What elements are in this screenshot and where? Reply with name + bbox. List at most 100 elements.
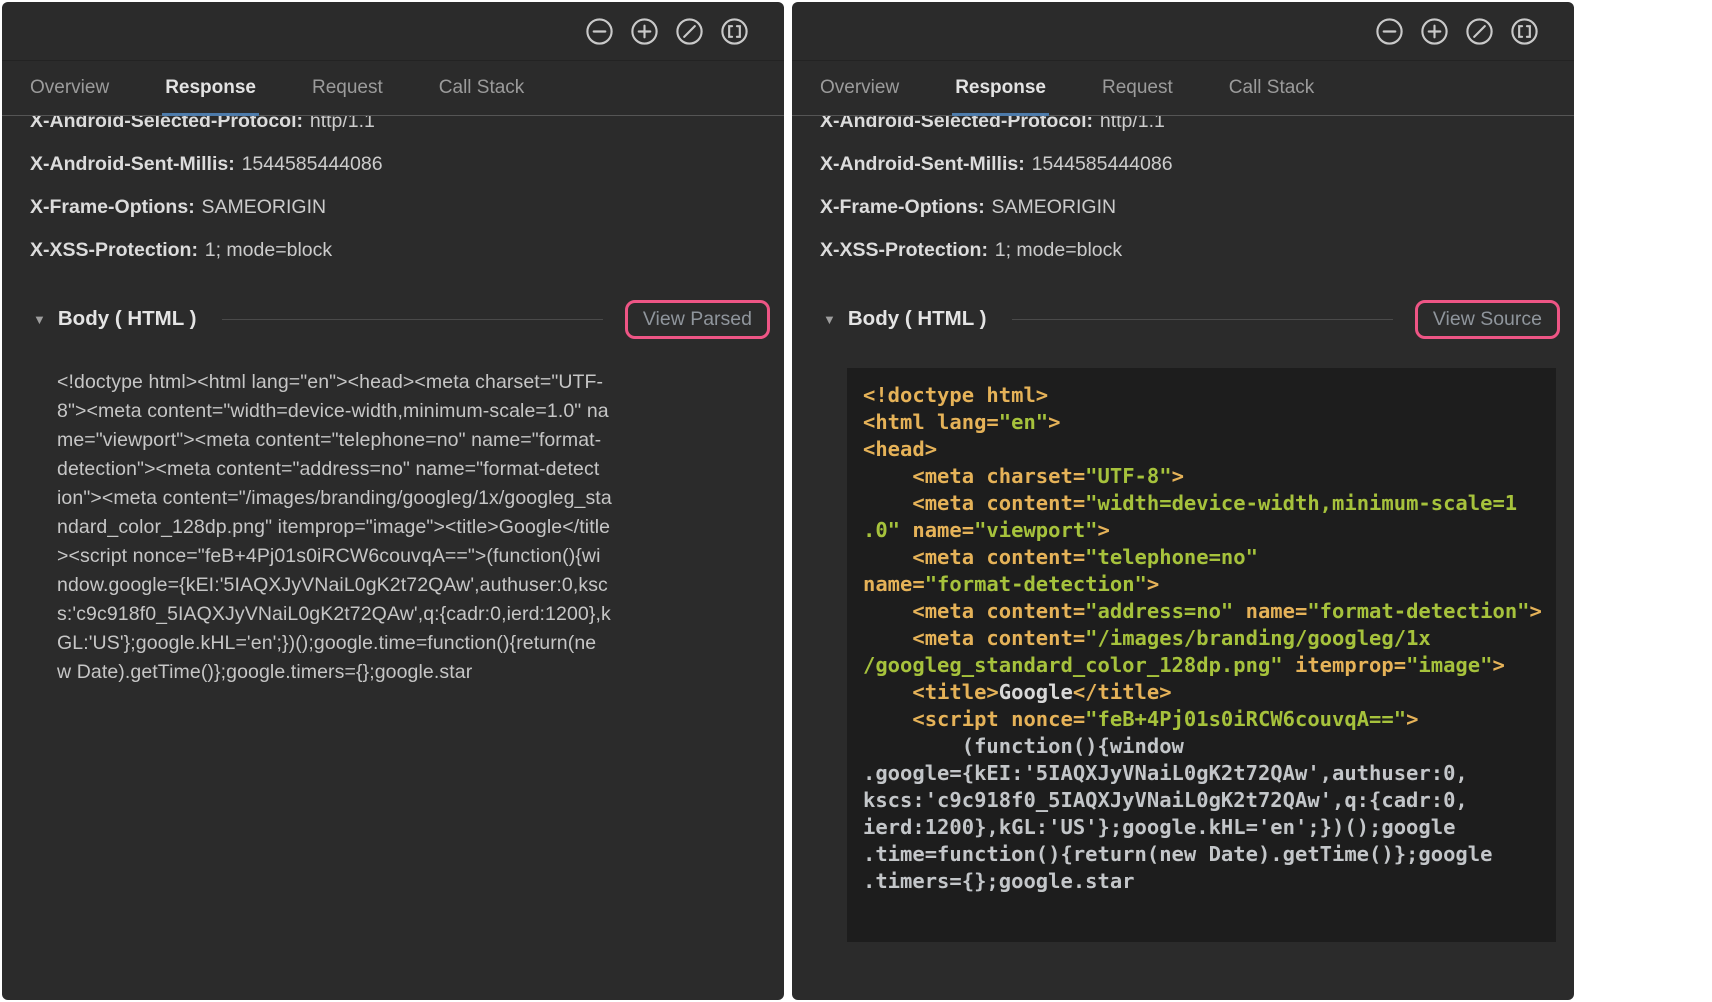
- tab[interactable]: Request: [312, 61, 383, 115]
- zoom-out-icon: [584, 16, 615, 47]
- code-segment-tag: <meta content=: [863, 599, 1085, 623]
- code-segment-tag: >: [1147, 572, 1159, 596]
- code-segment-tag: <!doctype html>: [863, 383, 1048, 407]
- code-segment-tag: <meta content=: [863, 491, 1085, 515]
- code-line: <html lang="en">: [863, 409, 1556, 436]
- profiler-toolbar: [792, 2, 1574, 61]
- header-name: X-Android-Sent-Millis: [820, 153, 1018, 175]
- code-line: .google={kEI:'5IAQXJyVNaiL0gK2t72QAw',au…: [863, 760, 1556, 787]
- code-segment-val: "viewport": [974, 518, 1097, 542]
- tab[interactable]: Call Stack: [439, 61, 525, 115]
- code-segment-tag: <meta charset=: [863, 464, 1085, 488]
- zoom-to-selection-button[interactable]: [1508, 15, 1540, 47]
- code-segment-val: "en": [999, 410, 1048, 434]
- code-segment-val: /googleg_standard_color_128dp.png": [863, 653, 1283, 677]
- code-line: (function(){window: [863, 733, 1556, 760]
- header-name: X-XSS-Protection: [30, 239, 191, 261]
- network-inspector-panel-source: Overview Response Request Call Stack X-A…: [792, 2, 1574, 1000]
- code-line: <meta content="/images/branding/googleg/…: [863, 625, 1556, 652]
- collapse-caret-icon[interactable]: ▼: [823, 313, 836, 326]
- body-text-line: ><script nonce="feB+4Pj01s0iRCW6couvqA==…: [57, 542, 774, 571]
- header-value: 1544585444086: [1032, 153, 1173, 175]
- response-headers-list: X-Android-Selected-Protocol:http/1.1 X-A…: [2, 116, 784, 272]
- tab[interactable]: Response: [165, 61, 256, 115]
- tab[interactable]: Overview: [820, 61, 899, 115]
- header-value: SAMEORIGIN: [992, 196, 1117, 218]
- reset-zoom-icon: [1464, 16, 1495, 47]
- code-segment-val: "/images/branding/googleg/1x: [1085, 626, 1431, 650]
- code-segment-val: "format-detection": [925, 572, 1147, 596]
- code-segment-tag: name=: [1233, 599, 1307, 623]
- code-segment-tag: <script nonce=: [863, 707, 1085, 731]
- header-colon: :: [228, 153, 235, 175]
- code-line: <meta content="width=device-width,minimu…: [863, 490, 1556, 517]
- code-line: kscs:'c9c918f0_5IAQXJyVNaiL0gK2t72QAw',q…: [863, 787, 1556, 814]
- zoom-in-icon: [1419, 16, 1450, 47]
- code-segment-tag: name=: [900, 518, 974, 542]
- collapse-caret-icon[interactable]: ▼: [33, 313, 46, 326]
- zoom-in-button[interactable]: [628, 15, 660, 47]
- code-segment-tag: >: [1172, 464, 1184, 488]
- tab[interactable]: Overview: [30, 61, 109, 115]
- tab-bar: Overview Response Request Call Stack: [792, 61, 1574, 116]
- body-text-line: s:'c9c918f0_5IAQXJyVNaiL0gK2t72QAw',q:{c…: [57, 600, 774, 629]
- code-segment-tag: name=: [863, 572, 925, 596]
- code-line: <title>Google</title>: [863, 679, 1556, 706]
- code-line: ierd:1200},kGL:'US'};google.kHL='en';})(…: [863, 814, 1556, 841]
- parsed-body-text: <!doctype html><html lang="en"><head><me…: [2, 344, 784, 687]
- header-colon: :: [1018, 153, 1025, 175]
- header-colon: :: [981, 239, 988, 261]
- zoom-out-button[interactable]: [1373, 15, 1405, 47]
- code-segment-plain: .timers={};google.star: [863, 869, 1135, 893]
- header-value: http/1.1: [1100, 116, 1165, 132]
- reset-zoom-button[interactable]: [673, 15, 705, 47]
- header-colon: :: [191, 239, 198, 261]
- profiler-toolbar: [2, 2, 784, 61]
- response-header-row: X-Android-Sent-Millis:1544585444086: [30, 143, 784, 186]
- view-parsed-button[interactable]: View Parsed: [643, 308, 752, 331]
- code-segment-val: "telephone=no": [1085, 545, 1258, 569]
- code-line: .0" name="viewport">: [863, 517, 1556, 544]
- header-colon: :: [1087, 116, 1094, 132]
- body-text-line: GL:'US'};google.kHL='en';})();google.tim…: [57, 629, 774, 658]
- tab[interactable]: Request: [1102, 61, 1173, 115]
- code-line: <!doctype html>: [863, 382, 1556, 409]
- body-text-line: ndow.google={kEI:'5IAQXJyVNaiL0gK2t72QAw…: [57, 571, 774, 600]
- code-line: <meta content="address=no" name="format-…: [863, 598, 1556, 625]
- response-header-row: X-Android-Selected-Protocol:http/1.1: [820, 116, 1574, 143]
- body-section-header: ▼ Body ( HTML ) View Parsed: [2, 294, 784, 344]
- code-line: /googleg_standard_color_128dp.png" itemp…: [863, 652, 1556, 679]
- code-segment-tag: >: [1406, 707, 1418, 731]
- code-segment-val: "format-detection": [1307, 599, 1529, 623]
- body-section-title: Body ( HTML ): [58, 307, 197, 331]
- code-segment-tag: <html lang=: [863, 410, 999, 434]
- code-segment-val: "UTF-8": [1085, 464, 1171, 488]
- source-code-block: <!doctype html><html lang="en"><head> <m…: [847, 368, 1556, 942]
- code-line: <script nonce="feB+4Pj01s0iRCW6couvqA=="…: [863, 706, 1556, 733]
- zoom-to-selection-icon: [1509, 16, 1540, 47]
- tab[interactable]: Response: [955, 61, 1046, 115]
- code-segment-plain: ierd:1200},kGL:'US'};google.kHL='en';})(…: [863, 815, 1455, 839]
- view-source-button[interactable]: View Source: [1433, 308, 1542, 331]
- response-headers-list: X-Android-Selected-Protocol:http/1.1 X-A…: [792, 116, 1574, 272]
- response-header-row: X-XSS-Protection:1; mode=block: [30, 229, 784, 272]
- code-segment-val: .0": [863, 518, 900, 542]
- tab[interactable]: Call Stack: [1229, 61, 1315, 115]
- header-colon: :: [188, 196, 195, 218]
- zoom-to-selection-button[interactable]: [718, 15, 750, 47]
- section-divider: [222, 319, 602, 320]
- tab-bar: Overview Response Request Call Stack: [2, 61, 784, 116]
- zoom-out-button[interactable]: [583, 15, 615, 47]
- zoom-in-button[interactable]: [1418, 15, 1450, 47]
- code-segment-val: "image": [1406, 653, 1492, 677]
- code-segment-text: Google: [999, 680, 1073, 704]
- reset-zoom-button[interactable]: [1463, 15, 1495, 47]
- response-header-row: X-Frame-Options:SAMEORIGIN: [820, 186, 1574, 229]
- code-segment-plain: .google={kEI:'5IAQXJyVNaiL0gK2t72QAw',au…: [863, 761, 1468, 785]
- code-line: <meta content="telephone=no": [863, 544, 1556, 571]
- header-name: X-XSS-Protection: [820, 239, 981, 261]
- body-text-line: w Date).getTime()};google.timers={};goog…: [57, 658, 774, 687]
- body-text-line: detection"><meta content="address=no" na…: [57, 455, 774, 484]
- annotation-highlight: View Source: [1415, 300, 1560, 339]
- zoom-in-icon: [629, 16, 660, 47]
